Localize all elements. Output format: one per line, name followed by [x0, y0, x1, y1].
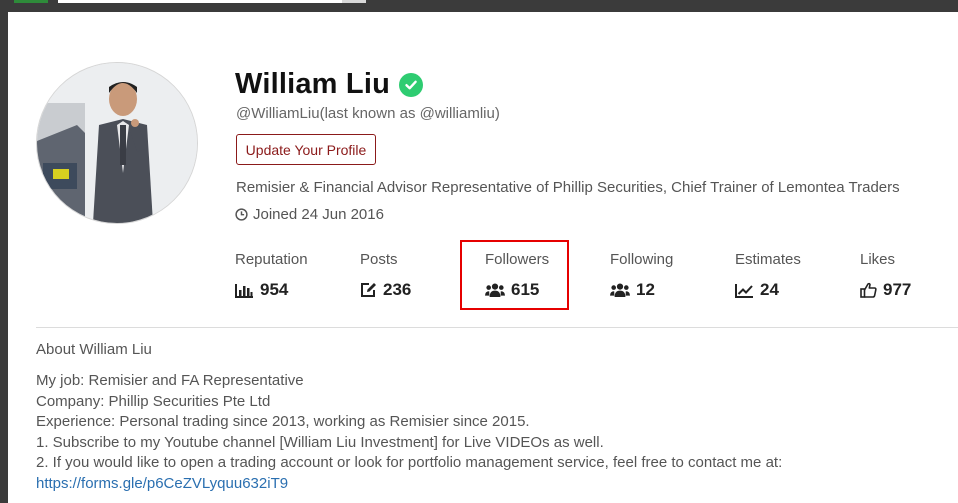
stat-value: 954	[260, 280, 289, 299]
line-chart-icon	[735, 283, 753, 298]
stat-following[interactable]: Following 12	[610, 251, 673, 300]
stat-label: Reputation	[235, 251, 308, 268]
stat-label: Posts	[360, 251, 398, 268]
stat-label: Likes	[860, 251, 896, 268]
about-text: My job: Remisier and FA Representative C…	[36, 371, 782, 495]
profile-card: William Liu @WilliamLiu(last known as @w…	[8, 12, 958, 503]
section-divider	[36, 327, 958, 328]
about-line: My job: Remisier and FA Representative	[36, 372, 304, 389]
about-line: Company: Phillip Securities Pte Ltd	[36, 392, 271, 410]
thumbs-up-icon	[860, 282, 877, 298]
avatar-photo	[37, 63, 197, 223]
avatar	[36, 62, 198, 224]
stat-estimates[interactable]: Estimates 24	[735, 251, 801, 300]
about-line: 2. If you would like to open a trading a…	[36, 454, 783, 472]
update-profile-button[interactable]: Update Your Profile	[236, 134, 376, 165]
followers-highlight-box	[460, 240, 569, 310]
joined-date: Joined 24 Jun 2016	[235, 206, 384, 223]
joined-text: Joined 24 Jun 2016	[253, 206, 384, 223]
edit-icon	[361, 283, 376, 297]
stat-value: 977	[883, 280, 912, 299]
contact-form-link[interactable]: https://forms.gle/p6CeZVLyquu632iT9	[36, 475, 288, 492]
stat-likes[interactable]: Likes 977	[860, 251, 911, 300]
stat-value: 12	[636, 280, 655, 299]
bar-chart-icon	[235, 283, 253, 298]
stat-label: Following	[610, 251, 674, 268]
clock-icon	[235, 208, 248, 221]
profile-name: William Liu	[235, 68, 391, 100]
search-bar[interactable]	[58, 0, 366, 3]
stat-posts[interactable]: Posts 236	[360, 251, 411, 300]
stat-value: 24	[760, 280, 779, 299]
about-line: 1. Subscribe to my Youtube channel [Will…	[36, 433, 604, 451]
users-icon	[610, 283, 630, 297]
profile-handle: @WilliamLiu(last known as @williamliu)	[236, 105, 500, 122]
about-line: Experience: Personal trading since 2013,…	[36, 413, 530, 431]
verified-check-icon	[399, 72, 424, 97]
about-title: About William Liu	[36, 341, 152, 358]
site-logo-strip[interactable]	[14, 0, 48, 3]
name-row: William Liu	[235, 68, 424, 101]
browser-top-bar	[0, 0, 958, 12]
search-button[interactable]	[342, 0, 366, 3]
stat-reputation[interactable]: Reputation 954	[235, 251, 308, 300]
profile-bio: Remisier & Financial Advisor Representat…	[236, 179, 900, 196]
stat-value: 236	[383, 280, 412, 299]
stat-label: Estimates	[735, 251, 801, 268]
